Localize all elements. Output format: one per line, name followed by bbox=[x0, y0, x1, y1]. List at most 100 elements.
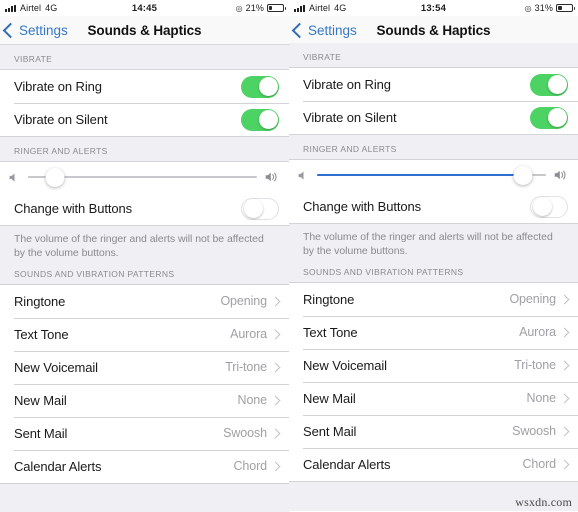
row-value: None bbox=[526, 391, 557, 406]
change-with-buttons-toggle[interactable] bbox=[530, 195, 568, 218]
battery-percent-label: 21% bbox=[245, 3, 264, 13]
row-label: New Mail bbox=[303, 390, 356, 406]
row-label: Sent Mail bbox=[303, 423, 357, 439]
chevron-right-icon bbox=[270, 362, 281, 373]
row-label: New Voicemail bbox=[14, 359, 98, 375]
status-bar: Airtel 4G 14:45 ◎ 21% bbox=[0, 0, 289, 16]
network-type-label: 4G bbox=[45, 3, 58, 13]
row-value: Tri-tone bbox=[514, 358, 556, 373]
chevron-right-icon bbox=[270, 461, 281, 472]
row-label: Text Tone bbox=[303, 324, 358, 340]
row-label: Vibrate on Ring bbox=[303, 77, 391, 92]
row-value: Opening bbox=[220, 294, 267, 309]
slider-knob[interactable] bbox=[45, 167, 65, 187]
ringer-footnote: The volume of the ringer and alerts will… bbox=[303, 231, 553, 258]
row-value: Chord bbox=[522, 457, 556, 472]
vibrate-on-silent-toggle[interactable] bbox=[241, 108, 279, 131]
row-value: Aurora bbox=[230, 327, 267, 342]
back-button[interactable]: Settings bbox=[289, 22, 357, 38]
chevron-right-icon bbox=[559, 393, 570, 404]
battery-icon bbox=[556, 4, 575, 12]
chevron-right-icon bbox=[559, 327, 570, 338]
vibrate-on-silent-toggle[interactable] bbox=[530, 106, 568, 129]
chevron-right-icon bbox=[559, 459, 570, 470]
speaker-high-icon bbox=[264, 170, 281, 184]
dual-screenshot-comparison: Airtel 4G 14:45 ◎ 21% Settings Sounds & … bbox=[0, 0, 578, 512]
row-sent-mail[interactable]: Sent Mail Swoosh bbox=[0, 416, 289, 450]
settings-scroll-view[interactable]: VIBRATE Vibrate on Ring Vibrate on Silen… bbox=[289, 43, 578, 511]
row-calendar-alerts[interactable]: Calendar Alerts Chord bbox=[289, 447, 578, 481]
section-header-ringer-and-alerts: RINGER AND ALERTS bbox=[303, 144, 397, 154]
row-change-with-buttons[interactable]: Change with Buttons bbox=[0, 192, 289, 225]
section-header-ringer-and-alerts: RINGER AND ALERTS bbox=[14, 146, 108, 156]
location-arrow-icon: ◎ bbox=[524, 3, 532, 13]
row-ringtone[interactable]: Ringtone Opening bbox=[0, 284, 289, 318]
ringer-volume-slider[interactable] bbox=[28, 167, 257, 187]
row-new-voicemail[interactable]: New Voicemail Tri-tone bbox=[289, 348, 578, 382]
row-label: New Mail bbox=[14, 392, 67, 408]
row-value: None bbox=[237, 393, 268, 408]
row-label: Calendar Alerts bbox=[303, 456, 391, 472]
carrier-label: Airtel bbox=[309, 3, 331, 13]
back-button-label: Settings bbox=[308, 22, 357, 38]
row-new-mail[interactable]: New Mail None bbox=[289, 381, 578, 415]
vibrate-on-ring-toggle[interactable] bbox=[530, 73, 568, 96]
section-header-vibrate: VIBRATE bbox=[14, 54, 53, 64]
row-label: Ringtone bbox=[14, 293, 66, 309]
row-vibrate-on-silent[interactable]: Vibrate on Silent bbox=[289, 101, 578, 134]
chevron-right-icon bbox=[559, 360, 570, 371]
row-value: Chord bbox=[233, 459, 267, 474]
row-label: Calendar Alerts bbox=[14, 458, 102, 474]
navigation-bar: Settings Sounds & Haptics bbox=[0, 16, 289, 45]
slider-fill bbox=[317, 174, 524, 176]
sounds-group: Ringtone Opening Text Tone Aurora New Vo… bbox=[289, 281, 578, 482]
back-button[interactable]: Settings bbox=[0, 22, 68, 38]
speaker-low-icon bbox=[297, 169, 310, 182]
row-value: Swoosh bbox=[223, 426, 267, 441]
section-header-sounds-and-vibration-patterns: SOUNDS AND VIBRATION PATTERNS bbox=[14, 268, 175, 279]
ringer-volume-slider[interactable] bbox=[317, 165, 546, 185]
carrier-label: Airtel bbox=[20, 3, 42, 13]
row-new-mail[interactable]: New Mail None bbox=[0, 383, 289, 417]
ringer-volume-slider-row[interactable] bbox=[289, 160, 578, 190]
row-text-tone[interactable]: Text Tone Aurora bbox=[0, 317, 289, 351]
change-with-buttons-toggle[interactable] bbox=[241, 197, 279, 220]
chevron-right-icon bbox=[270, 395, 281, 406]
row-value: Swoosh bbox=[512, 424, 556, 439]
navigation-bar: Settings Sounds & Haptics bbox=[289, 16, 578, 45]
row-label: Ringtone bbox=[303, 291, 355, 307]
vibrate-on-ring-toggle[interactable] bbox=[241, 75, 279, 98]
row-change-with-buttons[interactable]: Change with Buttons bbox=[289, 190, 578, 223]
row-text-tone[interactable]: Text Tone Aurora bbox=[289, 315, 578, 349]
speaker-low-icon bbox=[8, 171, 21, 184]
row-calendar-alerts[interactable]: Calendar Alerts Chord bbox=[0, 449, 289, 483]
row-label: Vibrate on Ring bbox=[14, 79, 102, 94]
row-vibrate-on-ring[interactable]: Vibrate on Ring bbox=[289, 68, 578, 101]
row-ringtone[interactable]: Ringtone Opening bbox=[289, 282, 578, 316]
settings-scroll-view[interactable]: VIBRATE Vibrate on Ring Vibrate on Silen… bbox=[0, 45, 289, 512]
status-bar: Airtel 4G 13:54 ◎ 31% bbox=[289, 0, 578, 16]
chevron-right-icon bbox=[559, 294, 570, 305]
section-header-vibrate: VIBRATE bbox=[303, 52, 342, 62]
slider-knob[interactable] bbox=[513, 165, 533, 185]
row-label: Vibrate on Silent bbox=[303, 110, 397, 125]
ringer-volume-slider-row[interactable] bbox=[0, 162, 289, 192]
row-vibrate-on-ring[interactable]: Vibrate on Ring bbox=[0, 70, 289, 103]
battery-percent-label: 31% bbox=[534, 3, 553, 13]
ringer-group: Change with Buttons bbox=[0, 161, 289, 226]
row-label: New Voicemail bbox=[303, 357, 387, 373]
chevron-left-icon bbox=[2, 22, 19, 38]
row-label: Sent Mail bbox=[14, 425, 68, 441]
network-type-label: 4G bbox=[334, 3, 347, 13]
sounds-group: Ringtone Opening Text Tone Aurora New Vo… bbox=[0, 283, 289, 484]
status-bar-left: Airtel 4G bbox=[5, 3, 132, 13]
row-value: Tri-tone bbox=[225, 360, 267, 375]
chevron-right-icon bbox=[559, 426, 570, 437]
row-vibrate-on-silent[interactable]: Vibrate on Silent bbox=[0, 103, 289, 136]
speaker-high-icon bbox=[553, 168, 570, 182]
vibrate-group: Vibrate on Ring Vibrate on Silent bbox=[289, 67, 578, 135]
signal-bars-icon bbox=[294, 4, 305, 12]
row-new-voicemail[interactable]: New Voicemail Tri-tone bbox=[0, 350, 289, 384]
row-sent-mail[interactable]: Sent Mail Swoosh bbox=[289, 414, 578, 448]
ringer-group: Change with Buttons bbox=[289, 159, 578, 224]
